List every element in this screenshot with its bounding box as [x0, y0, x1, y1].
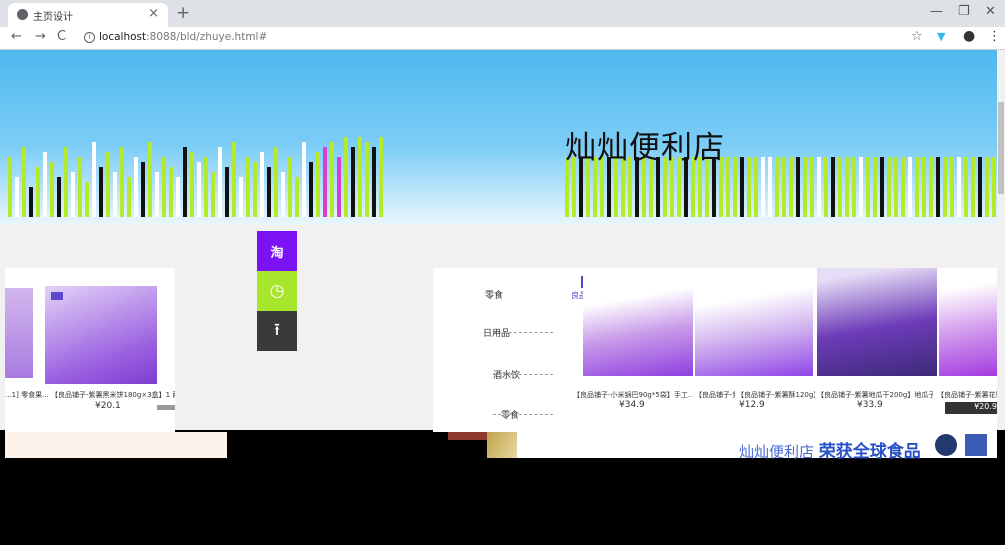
product-image[interactable] [583, 268, 693, 376]
banner-text: 灿灿便利店 荣获全球食品 [739, 437, 921, 462]
site-info-icon[interactable]: i [84, 32, 95, 43]
promo-banner-right[interactable]: 灿灿便利店 荣获全球食品 [487, 432, 997, 462]
close-window-button[interactable]: ✕ [985, 4, 996, 19]
url-field[interactable]: localhost:8088/bld/zhuye.html# [99, 31, 267, 43]
back-to-top-button[interactable]: ⭱ [257, 311, 297, 351]
account-icon[interactable]: ● [963, 28, 975, 44]
product-image[interactable] [939, 268, 997, 376]
right-product-panel: 零食 日用品 酒水饮 零食 良 良品铺子 【良品铺子-小米锅巴90g*5袋】手工… [433, 268, 997, 432]
tab-title: 主页设计 [33, 12, 73, 23]
maximize-button[interactable]: ❐ [958, 4, 970, 19]
product-name[interactable]: 【良品铺子-紫薯黑米饼180g×3盒】1 两... [51, 390, 175, 400]
product-divider [157, 405, 175, 410]
extension-icon[interactable]: ▼ [937, 30, 945, 43]
tab-strip: 主页设计 × + — ❐ ✕ [0, 0, 1005, 27]
product-name[interactable]: 【良品铺子-紫薯酥120g】... [737, 390, 815, 400]
back-to-top-icon: ⭱ [274, 319, 280, 340]
new-tab-button[interactable]: + [176, 3, 190, 23]
product-name[interactable]: 【良品铺子-紫薯酥120g】... [695, 390, 735, 400]
banner-shop-name: 灿灿便利店 [739, 443, 815, 461]
url-path: :8088/bld/zhuye.html# [146, 31, 268, 43]
left-product-panel: ...1] 零食果... 【良品铺子-紫薯黑米饼180g×3盒】1 两... ¥… [5, 268, 175, 432]
medal-icon [935, 434, 957, 456]
product-name[interactable]: 【良品铺子-紫薯地瓜干200g】地瓜子干... [817, 390, 933, 400]
forward-button[interactable]: → [35, 29, 46, 44]
reload-button[interactable]: C [57, 29, 66, 44]
promo-chip [448, 432, 487, 440]
back-button[interactable]: ← [11, 29, 22, 44]
menu-icon[interactable]: ⋮ [988, 29, 1001, 44]
shop-title: 灿灿便利店 [565, 130, 725, 166]
product-name[interactable]: 【良品铺子-紫薯花馒... [937, 390, 997, 400]
flag-icon [965, 434, 987, 456]
page-scrollbar[interactable] [997, 50, 1005, 430]
product-image-partial[interactable] [5, 288, 33, 378]
product-price: ¥33.9 [857, 400, 883, 410]
category-divider [493, 374, 553, 376]
product-name-partial[interactable]: ...1] 零食果... [5, 390, 49, 400]
hero-glitch-left [8, 122, 383, 222]
product-price: ¥20.9 [945, 402, 997, 414]
minimize-button[interactable]: — [930, 4, 943, 19]
taobao-button[interactable]: 淘 [257, 231, 297, 271]
page-viewport: 灿灿便利店 ...1] 零食果... 【良品铺子-紫薯黑米饼180g×3盒】1 … [0, 50, 1005, 545]
category-divider [493, 414, 553, 416]
url-host: localhost [99, 31, 147, 43]
banner-stripe [487, 432, 517, 458]
address-bar: ← → C i localhost:8088/bld/zhuye.html# ☆… [0, 27, 1005, 50]
bookmark-star-icon[interactable]: ☆ [911, 29, 923, 44]
hero-banner: 灿灿便利店 [0, 50, 997, 225]
brand-logo-icon [51, 292, 63, 300]
browser-tab[interactable]: 主页设计 × [8, 3, 168, 27]
close-tab-icon[interactable]: × [148, 6, 159, 21]
taobao-icon: 淘 [270, 245, 284, 261]
product-price: ¥34.9 [619, 400, 645, 410]
floating-toolbar: 淘 ◷ ⭱ [257, 231, 297, 351]
globe-icon [17, 9, 28, 20]
category-snacks[interactable]: 零食 [485, 288, 503, 301]
product-name[interactable]: 【良品铺子-小米锅巴90g*5袋】手工... [573, 390, 693, 400]
timer-button[interactable]: ◷ [257, 271, 297, 311]
product-image[interactable] [45, 286, 157, 384]
scrollbar-thumb[interactable] [998, 102, 1004, 194]
promo-banner-left[interactable] [5, 432, 227, 458]
timer-icon: ◷ [269, 281, 285, 301]
category-divider [493, 332, 553, 334]
product-image[interactable] [695, 268, 813, 376]
product-price: ¥12.9 [739, 400, 765, 410]
product-image[interactable] [817, 268, 937, 376]
banner-slogan: 荣获全球食品 [818, 442, 921, 462]
product-price: ¥20.1 [95, 401, 121, 411]
